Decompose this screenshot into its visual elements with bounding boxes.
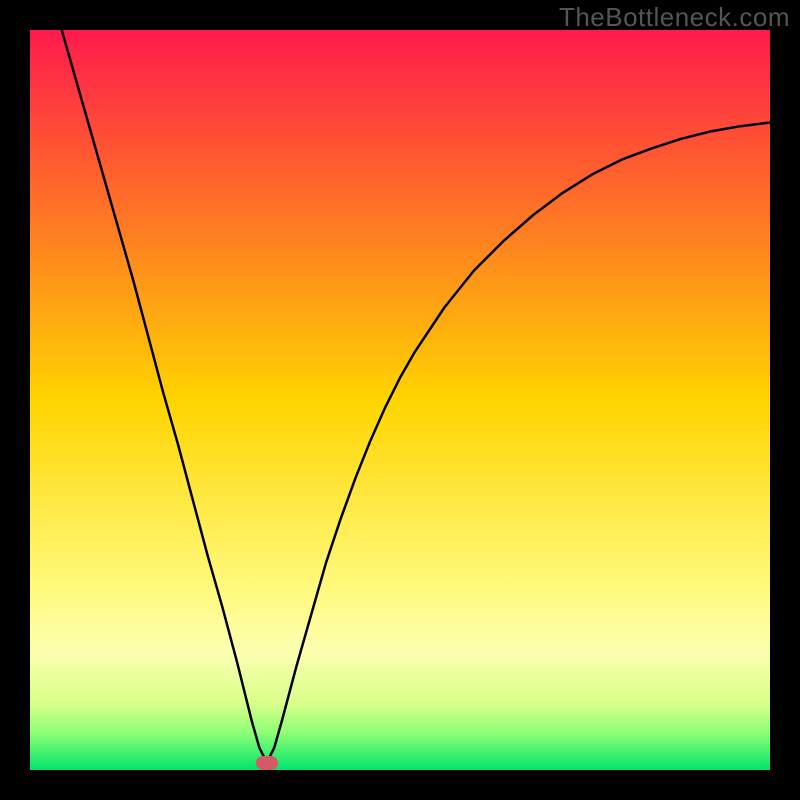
watermark-text: TheBottleneck.com (559, 2, 790, 33)
bottleneck-curve-path (60, 30, 770, 763)
chart-frame: TheBottleneck.com (0, 0, 800, 800)
plot-area (30, 30, 770, 770)
curve-layer (30, 30, 770, 770)
optimum-marker (256, 756, 278, 770)
